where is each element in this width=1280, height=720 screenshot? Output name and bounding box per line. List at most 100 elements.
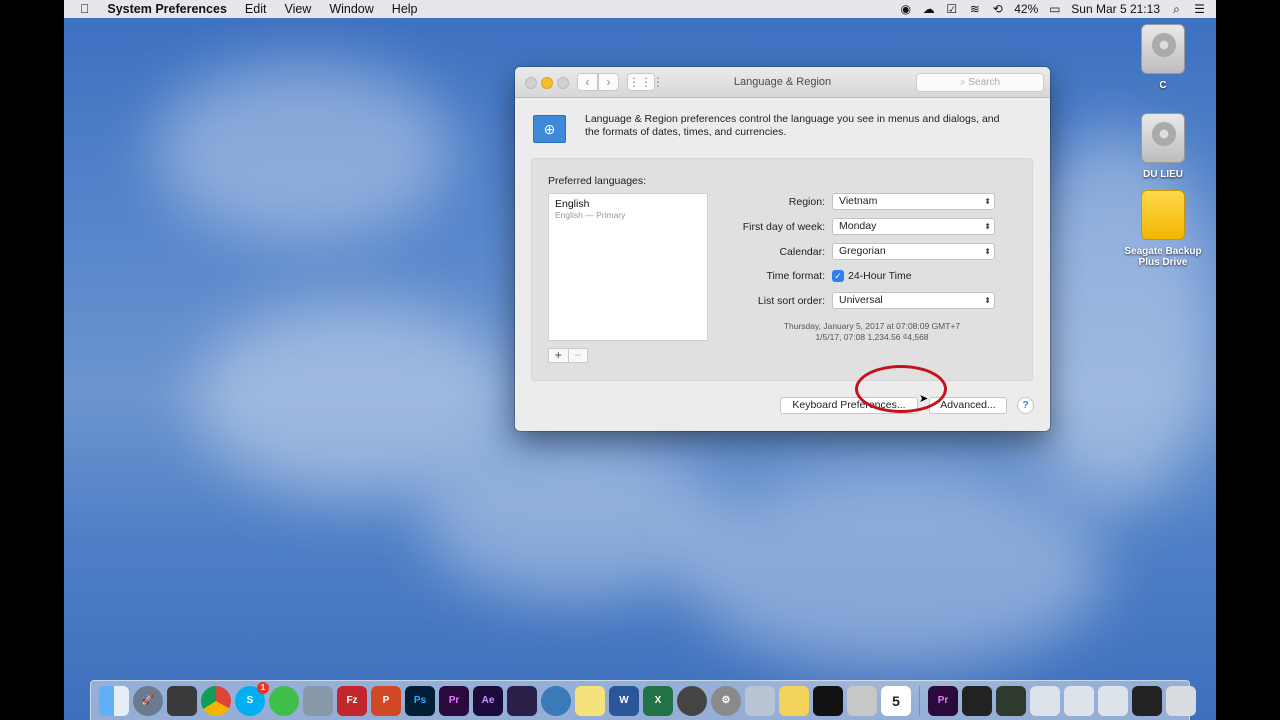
region-popup[interactable]: Vietnam ⬍ <box>832 193 995 210</box>
premiere-icon[interactable]: Pr <box>439 685 469 716</box>
chrome-icon[interactable] <box>201 685 231 716</box>
notification-center-icon[interactable]: ☰ <box>1193 2 1206 16</box>
time-format-option[interactable]: 24-Hour Time <box>848 270 912 282</box>
format-sample: Thursday, January 5, 2017 at 07:08:09 GM… <box>752 321 992 343</box>
quicktime-icon[interactable] <box>541 685 571 716</box>
sublime-icon[interactable] <box>167 685 197 716</box>
search-placeholder: Search <box>968 77 1001 88</box>
search-field[interactable]: ⌕ Search <box>916 73 1044 92</box>
time-format-checkbox[interactable]: ✓ <box>832 269 844 282</box>
window-thumbnail-icon[interactable] <box>962 685 992 716</box>
list-item[interactable]: English English — Primary <box>549 194 707 220</box>
system-preferences-icon[interactable]: ⚙ <box>711 685 741 716</box>
sample-numbers: 1/5/17, 07:08 1,234.56 ₫4,568 <box>815 332 929 342</box>
first-day-popup[interactable]: Monday ⬍ <box>832 218 995 235</box>
status-area: ◉ ☁ ☑ ≋ ⟲ 42% ▭ Sun Mar 5 21:13 ⌕ ☰ <box>899 2 1216 16</box>
after-effects-icon[interactable]: Ae <box>473 685 503 716</box>
texteditor-icon[interactable] <box>847 685 877 716</box>
desktop-drive-du-lieu[interactable]: DU LIEU <box>1118 113 1208 180</box>
show-all-button[interactable]: ⋮⋮⋮ <box>627 73 664 91</box>
settings-panel: Preferred languages: English English — P… <box>531 158 1033 381</box>
record-icon[interactable]: ◉ <box>899 2 912 16</box>
filezilla-icon[interactable]: Fz <box>337 685 367 716</box>
window-thumbnail-icon[interactable] <box>1132 685 1162 716</box>
minimize-button[interactable] <box>541 77 553 89</box>
trash-icon[interactable] <box>1166 685 1196 716</box>
photoshop-icon[interactable]: Ps <box>405 685 435 716</box>
help-button[interactable]: ? <box>1017 397 1034 414</box>
settings-gear-icon[interactable] <box>745 685 775 716</box>
search-icon: ⌕ <box>959 77 966 88</box>
battery-percent[interactable]: 42% <box>1014 2 1038 16</box>
menu-clock[interactable]: Sun Mar 5 21:13 <box>1071 2 1160 16</box>
virtualbox-icon[interactable] <box>303 685 333 716</box>
desktop-drive-seagate[interactable]: Seagate Backup Plus Drive <box>1118 190 1208 268</box>
grapher-icon[interactable] <box>677 685 707 716</box>
hard-drive-icon <box>1141 24 1185 74</box>
menu-app-name[interactable]: System Preferences <box>98 2 236 16</box>
word-icon[interactable]: W <box>609 685 639 716</box>
advanced-button[interactable]: Advanced... <box>929 397 1007 414</box>
desktop-icon-label: C <box>1159 80 1167 91</box>
window-thumbnail-icon[interactable] <box>1098 685 1128 716</box>
region-value: Vietnam <box>839 195 878 207</box>
back-button[interactable]: ‹ <box>577 73 598 91</box>
finder-icon[interactable] <box>99 685 129 716</box>
time-machine-icon[interactable]: ⟲ <box>991 2 1004 16</box>
notes-icon[interactable] <box>575 685 605 716</box>
keyboard-preferences-button[interactable]: Keyboard Preferences... <box>780 397 918 414</box>
remove-language-button[interactable]: − <box>567 349 588 362</box>
updown-chevron-icon: ⬍ <box>984 197 991 206</box>
checkmark-icon[interactable]: ☑ <box>945 2 958 16</box>
window-thumbnail-icon[interactable] <box>1064 685 1094 716</box>
desktop:  System Preferences Edit View Window He… <box>64 0 1216 720</box>
close-button[interactable] <box>525 77 537 89</box>
cococ-icon[interactable] <box>269 685 299 716</box>
apple-menu-icon[interactable]:  <box>64 2 98 16</box>
zoom-button[interactable] <box>557 77 569 89</box>
menu-window[interactable]: Window <box>320 2 382 16</box>
spotlight-icon[interactable]: ⌕ <box>1170 2 1183 16</box>
title-bar[interactable]: ‹ › ⋮⋮⋮ Language & Region ⌕ Search <box>515 67 1050 98</box>
media-encoder-icon[interactable] <box>507 685 537 716</box>
desktop-drive-c[interactable]: C <box>1118 24 1208 91</box>
first-day-label: First day of week: <box>742 220 825 233</box>
wifi-icon[interactable]: ≋ <box>968 2 981 16</box>
excel-icon[interactable]: X <box>643 685 673 716</box>
updown-chevron-icon: ⬍ <box>984 222 991 231</box>
preferred-languages-list[interactable]: English English — Primary <box>548 193 708 341</box>
notification-badge: 1 <box>257 681 269 694</box>
stickies-icon[interactable] <box>779 685 809 716</box>
cloud <box>154 60 454 240</box>
menu-view[interactable]: View <box>275 2 320 16</box>
time-format-row: Time format: ✓ 24-Hour Time <box>712 267 912 284</box>
calendar-popup[interactable]: Gregorian ⬍ <box>832 243 995 260</box>
first-day-value: Monday <box>839 220 877 232</box>
forward-button[interactable]: › <box>598 73 619 91</box>
desktop-icon-label: Seagate Backup Plus Drive <box>1124 246 1202 268</box>
terminal-icon[interactable] <box>813 685 843 716</box>
premiere-document-icon[interactable]: Pr <box>928 685 958 716</box>
mouse-pointer-icon: ➤ <box>919 393 929 405</box>
time-format-label: Time format: <box>766 269 825 282</box>
calendar-value: Gregorian <box>839 245 886 257</box>
sort-order-label: List sort order: <box>757 294 825 307</box>
window-thumbnail-icon[interactable] <box>1030 685 1060 716</box>
add-language-button[interactable]: + <box>549 349 568 362</box>
window-thumbnail-icon[interactable] <box>996 685 1026 716</box>
launchpad-icon[interactable]: 🚀 <box>133 685 163 716</box>
sort-order-popup[interactable]: Universal ⬍ <box>832 292 995 309</box>
powerpoint-icon[interactable]: P <box>371 685 401 716</box>
skype-icon[interactable]: S1 <box>235 681 269 716</box>
menu-help[interactable]: Help <box>383 2 427 16</box>
external-drive-icon <box>1141 190 1185 240</box>
menu-edit[interactable]: Edit <box>236 2 276 16</box>
dock: 🚀 S1 Fz P Ps Pr Ae W X ⚙ 5 Pr <box>90 680 1196 720</box>
battery-icon[interactable]: ▭ <box>1048 2 1061 16</box>
add-remove-control: + − <box>548 348 588 363</box>
calendar-icon[interactable]: 5 <box>881 685 911 716</box>
calendar-label: Calendar: <box>779 245 825 258</box>
first-day-row: First day of week: Monday ⬍ <box>712 218 995 235</box>
language-name: English <box>555 198 590 210</box>
cloud-sync-icon[interactable]: ☁ <box>922 2 935 16</box>
